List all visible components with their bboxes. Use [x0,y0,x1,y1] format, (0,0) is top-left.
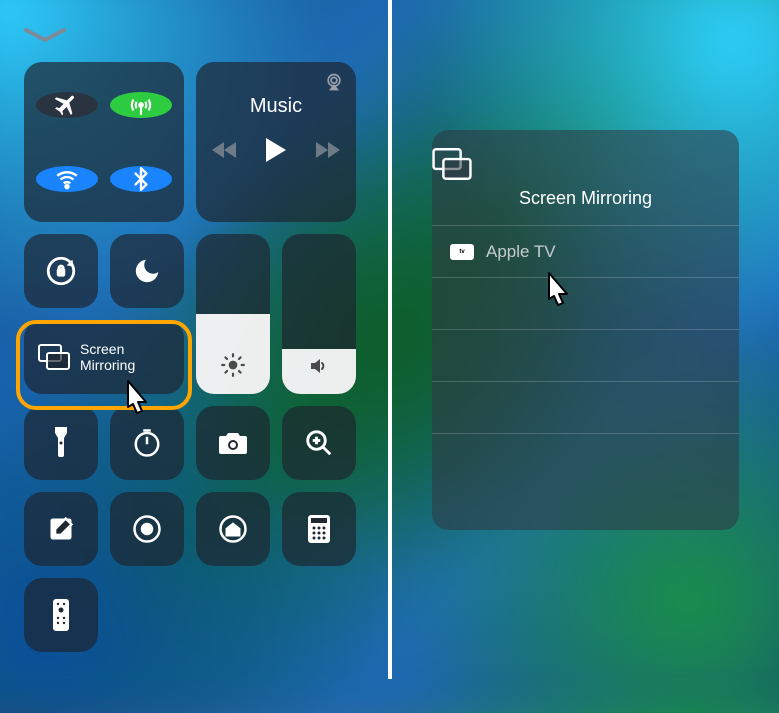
screen-record-button[interactable] [110,492,184,566]
airplay-icon [324,72,344,92]
camera-button[interactable] [196,406,270,480]
rewind-icon[interactable] [212,140,238,160]
volume-slider[interactable] [282,234,356,394]
screen-mirroring-icon [432,148,739,180]
notes-button[interactable] [24,492,98,566]
magnifier-button[interactable] [282,406,356,480]
screen-mirroring-icon [38,344,70,370]
volume-icon [307,354,331,378]
screen-mirroring-label: Screen Mirroring [80,341,135,373]
brightness-icon [220,352,246,378]
play-icon[interactable] [264,136,288,164]
mirroring-device-row[interactable]: tv Apple TV [432,225,739,277]
airplane-mode-toggle[interactable] [36,92,98,118]
music-title: Music [250,95,302,118]
bluetooth-toggle[interactable] [110,166,172,192]
brightness-slider[interactable] [196,234,270,394]
forward-icon[interactable] [314,140,340,160]
apple-tv-remote-button[interactable] [24,578,98,652]
empty-row [432,277,739,329]
empty-row [432,329,739,381]
chevron-down-icon[interactable] [24,28,364,52]
music-widget[interactable]: Music [196,62,356,222]
empty-row [432,433,739,485]
cellular-data-toggle[interactable] [110,92,172,118]
home-button[interactable] [196,492,270,566]
screen-mirroring-panel: Screen Mirroring tv Apple TV [432,130,739,530]
rotation-lock-button[interactable] [24,234,98,308]
empty-row [432,381,739,433]
screen-mirroring-pane: Screen Mirroring tv Apple TV [388,0,779,679]
timer-button[interactable] [110,406,184,480]
connectivity-group [24,62,184,222]
apple-tv-badge-icon: tv [450,244,474,260]
device-name: Apple TV [486,242,556,262]
control-center-pane: Music [0,0,388,679]
panel-title: Screen Mirroring [432,188,739,209]
flashlight-button[interactable] [24,406,98,480]
screen-mirroring-button[interactable]: Screen Mirroring [24,320,184,394]
do-not-disturb-button[interactable] [110,234,184,308]
calculator-button[interactable] [282,492,356,566]
wifi-toggle[interactable] [36,166,98,192]
